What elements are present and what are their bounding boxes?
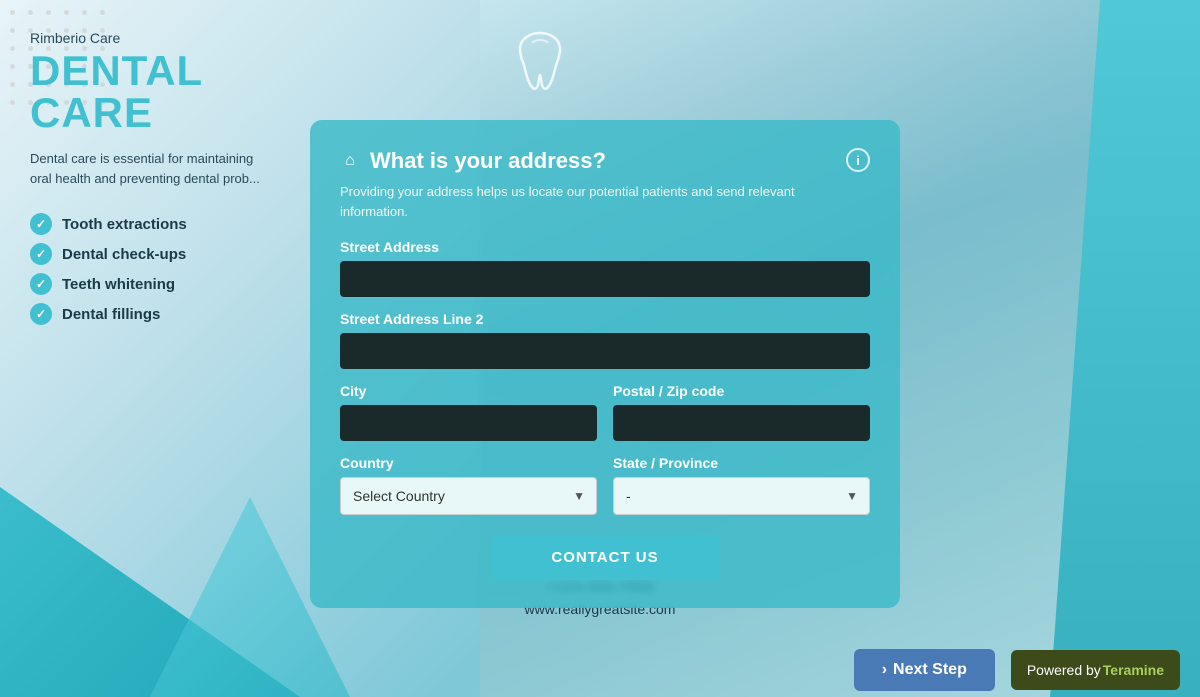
feature-label: Teeth whitening	[62, 276, 175, 293]
state-select[interactable]: - Alabama California New York Texas	[613, 477, 870, 515]
list-item: ✓ Tooth extractions	[30, 213, 290, 235]
home-icon: ⌂	[340, 151, 360, 171]
street-address-input[interactable]	[340, 261, 870, 297]
check-icon: ✓	[30, 303, 52, 325]
list-item: ✓ Dental fillings	[30, 303, 290, 325]
postal-input[interactable]	[613, 405, 870, 441]
country-select-wrapper: Select Country United States United King…	[340, 477, 597, 515]
form-title: What is your address?	[370, 148, 606, 174]
postal-label: Postal / Zip code	[613, 383, 870, 399]
state-label: State / Province	[613, 455, 870, 471]
street-address-2-label: Street Address Line 2	[340, 311, 870, 327]
country-col: Country Select Country United States Uni…	[340, 455, 597, 515]
tooth-icon	[500, 20, 580, 100]
form-subtitle: Providing your address helps us locate o…	[340, 182, 840, 221]
check-icon: ✓	[30, 243, 52, 265]
next-step-label: Next Step	[893, 661, 967, 679]
street-address-label: Street Address	[340, 239, 870, 255]
contact-us-button[interactable]: CONTACT US	[491, 535, 718, 580]
check-icon: ✓	[30, 213, 52, 235]
info-icon[interactable]: i	[846, 148, 870, 172]
city-input[interactable]	[340, 405, 597, 441]
next-step-button[interactable]: › Next Step	[854, 649, 995, 691]
feature-label: Dental fillings	[62, 306, 160, 323]
city-postal-row: City Postal / Zip code	[340, 383, 870, 441]
brand-title: DENTAL CARE	[30, 50, 290, 134]
list-item: ✓ Teeth whitening	[30, 273, 290, 295]
city-label: City	[340, 383, 597, 399]
country-label: Country	[340, 455, 597, 471]
feature-list: ✓ Tooth extractions ✓ Dental check-ups ✓…	[30, 213, 290, 325]
state-select-wrapper: - Alabama California New York Texas ▼	[613, 477, 870, 515]
powered-by-brand: Teramine	[1103, 662, 1164, 678]
check-icon: ✓	[30, 273, 52, 295]
powered-by-text: Powered by	[1027, 662, 1101, 678]
form-header: ⌂ What is your address? i	[340, 148, 870, 174]
next-step-icon: ›	[882, 661, 887, 679]
feature-label: Dental check-ups	[62, 246, 186, 263]
brand-name: Rimberio Care	[30, 30, 290, 46]
street-address-2-input[interactable]	[340, 333, 870, 369]
brand-title-part2: ARE	[61, 89, 153, 136]
form-title-row: ⌂ What is your address?	[340, 148, 606, 174]
city-col: City	[340, 383, 597, 441]
postal-col: Postal / Zip code	[613, 383, 870, 441]
powered-by-badge: Powered by Teramine	[1011, 650, 1180, 690]
brand-description: Dental care is essential for maintaining…	[30, 149, 270, 188]
address-form-modal: ⌂ What is your address? i Providing your…	[310, 120, 900, 608]
footer-bar: › Next Step Powered by Teramine	[0, 642, 1200, 697]
list-item: ✓ Dental check-ups	[30, 243, 290, 265]
country-select[interactable]: Select Country United States United King…	[340, 477, 597, 515]
country-state-row: Country Select Country United States Uni…	[340, 455, 870, 515]
state-col: State / Province - Alabama California Ne…	[613, 455, 870, 515]
feature-label: Tooth extractions	[62, 216, 187, 233]
